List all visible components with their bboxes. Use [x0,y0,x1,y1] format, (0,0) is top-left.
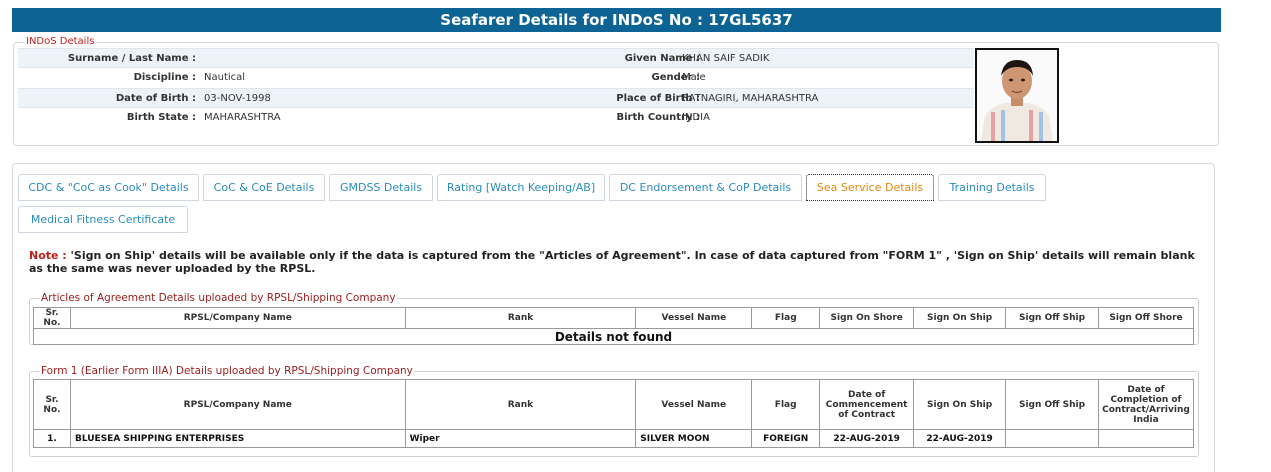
birth-country-label: Birth Country : [616,112,700,123]
gender-value: Male [682,72,706,83]
place-of-birth-value: RATNAGIRI, MAHARASHTRA [682,93,819,104]
tab-coc-coe[interactable]: CoC & CoE Details [203,174,325,201]
articles-table: Sr. No. RPSL/Company Name Rank Vessel Na… [33,307,1194,345]
seafarer-photo [975,48,1059,143]
surname-label: Surname / Last Name : [67,53,196,64]
info-row-surname: Surname / Last Name : Given Name : KHAN … [18,48,974,68]
indos-details-legend: INDoS Details [25,36,96,47]
sea-service-note: Note : 'Sign on Ship' details will be av… [29,249,1209,275]
col-flag: Flag [751,307,821,329]
info-row-discipline: Discipline : Nautical Gender : Male [18,68,974,88]
note-label: Note : [29,249,67,262]
tab-rating-watch-keeping[interactable]: Rating [Watch Keeping/AB] [437,174,605,201]
cell-vessel-name: SILVER MOON [635,429,753,448]
col-sign-off-ship: Sign Off Ship [1005,379,1099,430]
articles-legend: Articles of Agreement Details uploaded b… [40,292,397,304]
birth-state-label: Birth State : [126,112,196,123]
cell-company-name: BLUESEA SHIPPING ENTERPRISES [69,429,406,448]
discipline-label: Discipline : [133,72,196,83]
col-flag: Flag [751,379,821,430]
col-company-name: RPSL/Company Name [69,379,406,430]
tab-dc-endorsement-cop[interactable]: DC Endorsement & CoP Details [609,174,802,201]
col-sign-on-ship: Sign On Ship [913,307,1007,329]
tab-gmdss[interactable]: GMDSS Details [329,174,433,201]
info-row-birth-state: Birth State : MAHARASHTRA Birth Country … [18,108,974,128]
col-rank: Rank [404,307,637,329]
dob-label: Date of Birth : [115,93,196,104]
note-text: 'Sign on Ship' details will be available… [29,249,1195,275]
birth-state-value: MAHARASHTRA [204,112,281,123]
dob-value: 03-NOV-1998 [204,93,271,104]
col-company-name: RPSL/Company Name [69,307,406,329]
col-completion-date: Date of Completion of Contract/Arriving … [1097,379,1195,430]
col-commencement-date: Date of Commencement of Contract [819,379,915,430]
discipline-value: Nautical [204,72,246,83]
cell-rank: Wiper [404,429,637,448]
form1-table: Sr. No. RPSL/Company Name Rank Vessel Na… [33,379,1195,448]
birth-country-value: INDIA [682,112,710,123]
given-name-label: Given Name : [624,53,700,64]
tab-medical-fitness[interactable]: Medical Fitness Certificate [18,206,188,233]
cell-flag: FOREIGN [751,429,821,448]
col-sign-off-ship: Sign Off Ship [1005,307,1099,329]
col-vessel-name: Vessel Name [635,307,753,329]
cell-sr-no: 1. [33,429,71,448]
cell-sign-off-ship [1005,429,1099,448]
cell-completion-date [1097,429,1195,448]
place-of-birth-label: Place of Birth : [616,93,700,104]
col-sr-no: Sr. No. [33,307,71,329]
form1-legend: Form 1 (Earlier Form IIIA) Details uploa… [40,365,414,377]
tab-training[interactable]: Training Details [938,174,1046,201]
col-sr-no: Sr. No. [33,379,71,430]
cell-sign-on-ship: 22-AUG-2019 [913,429,1007,448]
cell-commencement-date: 22-AUG-2019 [819,429,915,448]
gender-label: Gender : [651,72,700,83]
col-sign-off-shore: Sign Off Shore [1098,307,1194,329]
col-vessel-name: Vessel Name [635,379,753,430]
given-name-value: KHAN SAIF SADIK [682,53,770,64]
tab-sea-service[interactable]: Sea Service Details [806,174,934,201]
tab-cdc-coc-cook[interactable]: CDC & "CoC as Cook" Details [18,174,199,201]
col-sign-on-shore: Sign On Shore [819,307,915,329]
page-title: Seafarer Details for INDoS No : 17GL5637 [12,8,1221,32]
col-rank: Rank [404,379,637,430]
table-row: 1. BLUESEA SHIPPING ENTERPRISES Wiper SI… [33,429,1195,448]
articles-empty-message: Details not found [33,328,1194,345]
info-row-dob: Date of Birth : 03-NOV-1998 Place of Bir… [18,88,974,108]
col-sign-on-ship: Sign On Ship [913,379,1007,430]
